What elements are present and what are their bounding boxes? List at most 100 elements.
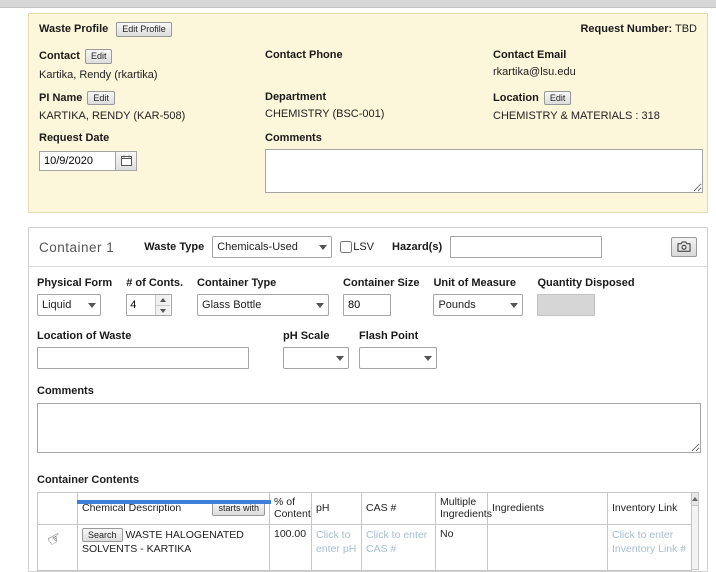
header-percent-of-content: % of Content [270, 493, 312, 524]
stepper-down-button[interactable] [156, 305, 170, 316]
table-scrollbar[interactable] [692, 492, 699, 570]
physical-form-field: Physical Form Liquid [37, 277, 112, 316]
lsv-label: LSV [353, 241, 374, 253]
container-contents-title: Container Contents [29, 456, 707, 492]
num-containers-input[interactable] [127, 295, 155, 315]
edit-location-button[interactable]: Edit [544, 91, 572, 106]
scroll-up-button[interactable] [692, 493, 698, 506]
ph-cell[interactable]: Click to enter pH [312, 524, 362, 570]
cas-enter-link[interactable]: Click to enter CAS # [366, 529, 427, 555]
num-containers-field: # of Conts. [126, 277, 183, 316]
pi-name-label: PI Name [39, 92, 82, 104]
location-field: Location Edit CHEMISTRY & MATERIALS : 31… [493, 87, 697, 127]
container-comments-label: Comments [37, 385, 94, 397]
waste-type-select[interactable]: Chemicals-Used [212, 236, 332, 258]
stepper-up-button[interactable] [156, 295, 170, 305]
header-chemical-description: Chemical Description starts with [78, 493, 270, 524]
contact-value: Kartika, Rendy (rkartika) [39, 69, 259, 81]
request-date-field: Request Date [39, 128, 265, 200]
edit-contact-button[interactable]: Edit [85, 49, 113, 64]
container-comments-field: Comments [29, 369, 707, 456]
request-number: Request Number: TBD [580, 23, 697, 35]
department-value: CHEMISTRY (BSC-001) [265, 108, 487, 120]
table-header-row: Chemical Description starts with % of Co… [38, 493, 692, 524]
calendar-button[interactable] [115, 151, 137, 171]
ph-scale-select[interactable] [283, 347, 349, 369]
scroll-up-icon [692, 497, 698, 501]
inventory-enter-link[interactable]: Click to enter Inventory Link # [612, 529, 686, 555]
flash-point-field: Flash Point [359, 330, 437, 369]
calendar-icon [121, 154, 132, 169]
pi-name-field: PI Name Edit KARTIKA, RENDY (KAR-508) [39, 87, 265, 127]
physical-form-label: Physical Form [37, 277, 112, 289]
department-label: Department [265, 91, 326, 103]
row-selection-indicator [77, 500, 271, 504]
waste-profile-header: Waste Profile Edit Profile Request Numbe… [29, 14, 707, 39]
hazards-label: Hazard(s) [392, 241, 442, 253]
arrow-up-icon [160, 298, 166, 302]
chemical-description-cell: Search WASTE HALOGENATED SOLVENTS - KART… [78, 524, 270, 570]
container-header: Container 1 Waste Type Chemicals-Used LS… [29, 228, 707, 267]
ph-scale-label: pH Scale [283, 330, 349, 342]
quantity-disposed-label: Quantity Disposed [537, 277, 634, 289]
edit-pi-button[interactable]: Edit [87, 91, 115, 106]
unit-of-measure-label: Unit of Measure [433, 277, 523, 289]
location-of-waste-input[interactable] [37, 347, 249, 369]
header-ingredients: Ingredients [488, 493, 608, 524]
hazards-input[interactable] [450, 236, 602, 258]
request-date-label: Request Date [39, 132, 109, 144]
num-containers-label: # of Conts. [126, 277, 183, 289]
contact-email-label: Contact Email [493, 49, 566, 61]
container-type-field: Container Type Glass Bottle [197, 277, 329, 316]
profile-fields: Contact Edit Kartika, Rendy (rkartika) C… [29, 39, 707, 213]
profile-comments-textarea[interactable] [265, 149, 703, 193]
percent-of-content-cell: 100.00 [270, 524, 312, 570]
unit-of-measure-select[interactable]: Pounds [433, 294, 523, 316]
location-value: CHEMISTRY & MATERIALS : 318 [493, 110, 691, 122]
request-date-input[interactable] [39, 151, 115, 171]
header-multiple-ingredients: Multiple Ingredients [436, 493, 488, 524]
contact-field: Contact Edit Kartika, Rendy (rkartika) [39, 45, 265, 85]
container-panel: Container 1 Waste Type Chemicals-Used LS… [28, 227, 708, 571]
table-row: ☞ Search WASTE HALOGENATED SOLVENTS - KA… [38, 524, 692, 570]
cas-cell[interactable]: Click to enter CAS # [362, 524, 436, 570]
waste-profile-panel: Waste Profile Edit Profile Request Numbe… [28, 13, 708, 213]
contact-phone-label: Contact Phone [265, 49, 343, 61]
container-size-input[interactable] [343, 294, 391, 316]
quantity-disposed-field: Quantity Disposed [537, 277, 634, 316]
header-inventory-link: Inventory Link [608, 493, 692, 524]
container-type-select[interactable]: Glass Bottle [197, 294, 329, 316]
container-comments-textarea[interactable] [37, 403, 701, 453]
inventory-link-cell[interactable]: Click to enter Inventory Link # [608, 524, 692, 570]
lsv-checkbox[interactable] [340, 241, 352, 253]
container-type-label: Container Type [197, 277, 329, 289]
panel-title: Waste Profile [39, 23, 108, 35]
num-containers-stepper [155, 295, 170, 315]
photo-button[interactable] [671, 237, 697, 257]
page: Waste Profile Edit Profile Request Numbe… [0, 8, 716, 572]
search-chemical-button[interactable]: Search [82, 528, 123, 543]
contact-phone-field: Contact Phone [265, 45, 493, 85]
multiple-ingredients-cell: No [436, 524, 488, 570]
header-ph: pH [312, 493, 362, 524]
row-pointer-icon[interactable]: ☞ [45, 529, 66, 550]
top-bar [0, 0, 716, 8]
quantity-disposed-input [537, 294, 595, 316]
request-number-value: TBD [675, 23, 697, 35]
physical-form-select[interactable]: Liquid [37, 294, 101, 316]
header-row-selector [38, 493, 78, 524]
ingredients-cell [488, 524, 608, 570]
flash-point-select[interactable] [359, 347, 437, 369]
edit-profile-button[interactable]: Edit Profile [116, 22, 172, 37]
container-size-label: Container Size [343, 277, 419, 289]
contact-email-field: Contact Email rkartika@lsu.edu [493, 45, 697, 85]
waste-type-label: Waste Type [144, 241, 204, 253]
ph-enter-link[interactable]: Click to enter pH [316, 529, 356, 555]
pi-name-value: KARTIKA, RENDY (KAR-508) [39, 110, 259, 122]
container-contents-table: Chemical Description starts with % of Co… [37, 492, 692, 570]
department-field: Department CHEMISTRY (BSC-001) [265, 87, 493, 127]
header-cas: CAS # [362, 493, 436, 524]
location-label: Location [493, 92, 539, 104]
unit-of-measure-field: Unit of Measure Pounds [433, 277, 523, 316]
profile-comments-field: Comments [265, 128, 697, 200]
